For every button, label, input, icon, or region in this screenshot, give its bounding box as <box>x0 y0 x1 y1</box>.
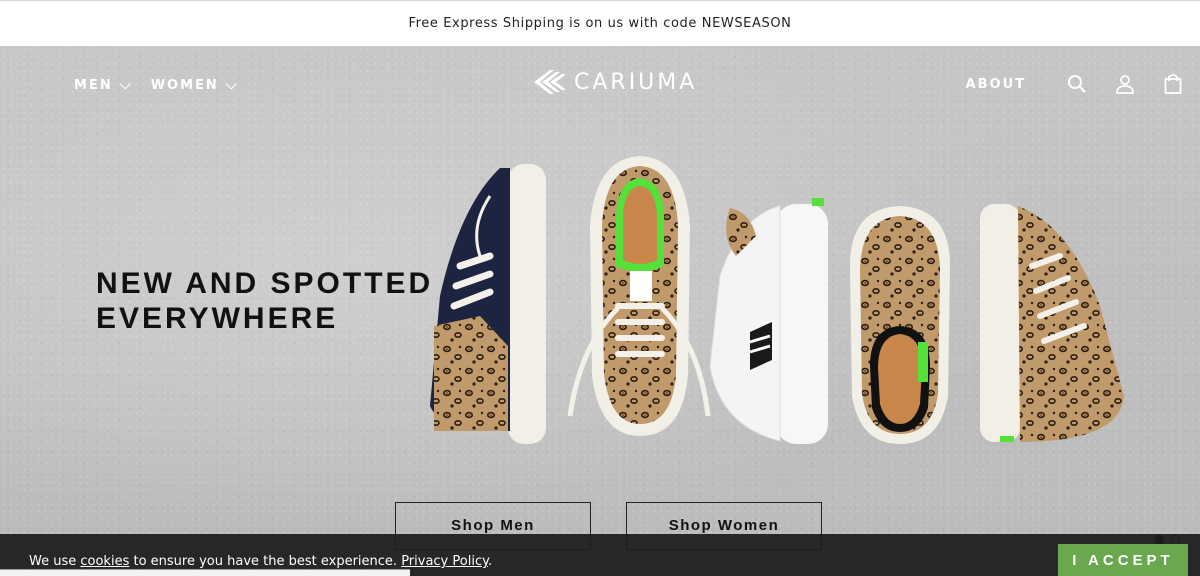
sneaker-3 <box>709 198 828 444</box>
sneaker-lineup-image <box>430 156 1124 444</box>
nav-men-label: MEN <box>74 78 113 93</box>
account-icon[interactable] <box>1114 72 1136 96</box>
cookie-suffix: . <box>487 554 493 569</box>
hero-banner: MEN WOMEN CARIUMA ABOUT NEW AND SPOTTED … <box>0 46 1200 576</box>
wing-logo-icon <box>534 70 566 94</box>
headline-line-1: NEW AND SPOTTED <box>96 267 434 300</box>
announcement-bar: Free Express Shipping is on us with code… <box>0 0 1200 46</box>
secondary-nav: ABOUT <box>966 72 1184 96</box>
hero-headline: NEW AND SPOTTED EVERYWHERE <box>96 266 433 336</box>
bag-icon[interactable] <box>1162 72 1184 96</box>
sneaker-4 <box>850 206 950 444</box>
search-icon[interactable] <box>1066 72 1088 96</box>
sneaker-1 <box>430 164 546 444</box>
nav-about[interactable]: ABOUT <box>966 77 1026 92</box>
brand-name: CARIUMA <box>574 69 698 95</box>
nav-women[interactable]: WOMEN <box>150 77 237 93</box>
cookie-middle: to ensure you have the best experience. <box>129 554 402 569</box>
brand-logo[interactable]: CARIUMA <box>532 68 697 96</box>
sneaker-5 <box>980 204 1124 442</box>
chevron-down-icon <box>119 77 131 90</box>
nav-women-label: WOMEN <box>150 78 219 93</box>
announcement-text: Free Express Shipping is on us with code… <box>408 16 792 31</box>
nav-men[interactable]: MEN <box>74 77 131 93</box>
headline-line-2: EVERYWHERE <box>96 302 339 335</box>
cookies-link[interactable]: cookies <box>80 554 129 569</box>
browser-status-strip <box>0 569 410 576</box>
accept-cookies-button[interactable]: I ACCEPT <box>1058 544 1188 576</box>
cookie-message: We use cookies to ensure you have the be… <box>29 554 492 569</box>
cookie-prefix: We use <box>29 554 81 569</box>
sneaker-2 <box>567 156 711 436</box>
privacy-policy-link[interactable]: Privacy Policy <box>401 554 488 569</box>
primary-nav: MEN WOMEN <box>74 77 237 93</box>
